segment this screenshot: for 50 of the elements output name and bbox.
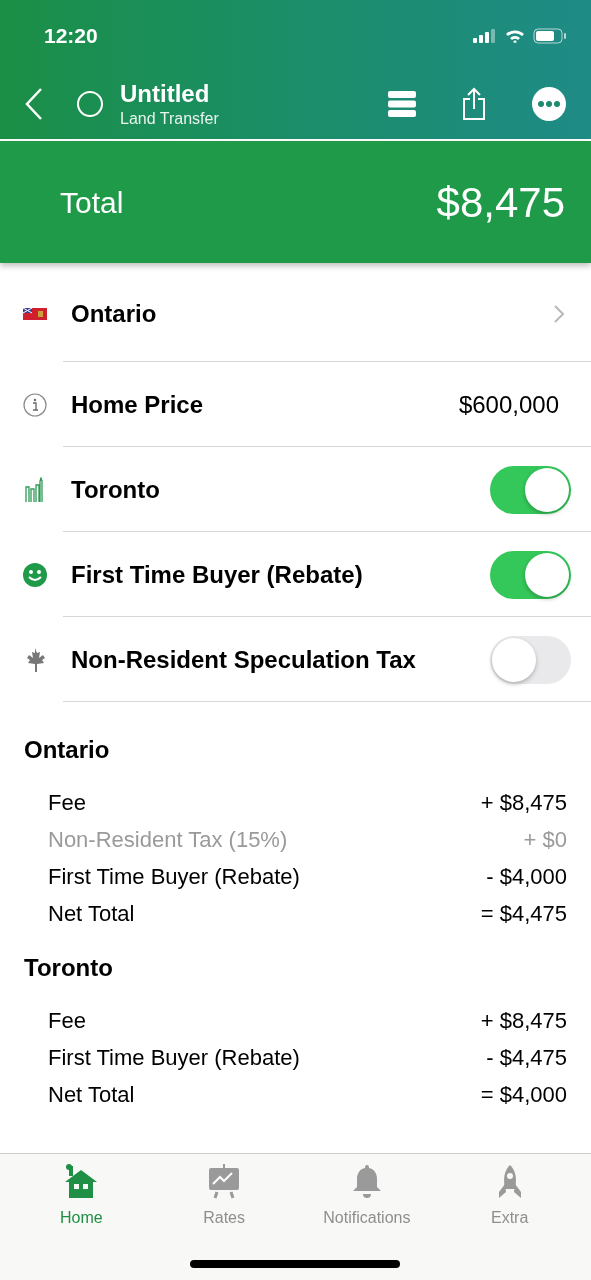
share-icon[interactable] bbox=[461, 87, 487, 121]
setting-label: First Time Buyer (Rebate) bbox=[71, 559, 363, 590]
smiley-icon bbox=[23, 562, 47, 587]
skyline-icon bbox=[25, 476, 45, 503]
document-subtitle: Land Transfer bbox=[120, 109, 219, 129]
total-label: Total bbox=[60, 184, 124, 221]
tab[interactable]: Notifications bbox=[301, 1164, 432, 1230]
setting-label: Home Price bbox=[71, 389, 204, 420]
chart-board-icon bbox=[208, 1164, 241, 1200]
info-icon bbox=[23, 392, 47, 417]
line-amount: - $4,000 bbox=[486, 863, 567, 891]
total-value: $8,475 bbox=[436, 177, 565, 228]
circle-icon[interactable] bbox=[76, 90, 104, 118]
setting-label: Ontario bbox=[71, 298, 157, 329]
back-icon[interactable] bbox=[24, 87, 44, 121]
tab[interactable]: Rates bbox=[159, 1164, 290, 1230]
signal-icon bbox=[473, 29, 497, 43]
line-label: Net Total bbox=[48, 900, 135, 928]
toggle-switch[interactable] bbox=[490, 635, 571, 684]
line-label: Fee bbox=[48, 1007, 86, 1035]
line-amount: + $8,475 bbox=[480, 1007, 567, 1035]
line-label: Fee bbox=[48, 789, 86, 817]
line-label: First Time Buyer (Rebate) bbox=[48, 863, 300, 891]
status-time: 12:20 bbox=[44, 23, 98, 50]
wifi-icon bbox=[505, 29, 525, 43]
section-title: Ontario bbox=[24, 735, 111, 765]
line-label: First Time Buyer (Rebate) bbox=[48, 1044, 300, 1072]
document-title: Untitled bbox=[120, 79, 211, 109]
flag-icon bbox=[23, 307, 47, 320]
toggle-switch[interactable] bbox=[490, 550, 571, 599]
line-amount: + $8,475 bbox=[480, 789, 567, 817]
toggle-switch[interactable] bbox=[490, 465, 571, 514]
line-amount: = $4,475 bbox=[480, 900, 567, 928]
maple-leaf-icon bbox=[24, 647, 46, 672]
battery-icon bbox=[533, 28, 567, 44]
line-label: Net Total bbox=[48, 1081, 135, 1109]
setting-label: Non-Resident Speculation Tax bbox=[71, 644, 416, 675]
line-amount: + $0 bbox=[523, 826, 567, 854]
more-icon[interactable] bbox=[531, 86, 567, 122]
section-title: Toronto bbox=[24, 953, 114, 983]
tab[interactable]: Extra bbox=[444, 1164, 575, 1230]
line-label: Non-Resident Tax (15%) bbox=[48, 826, 288, 854]
rocket-icon bbox=[496, 1164, 523, 1200]
line-amount: - $4,475 bbox=[486, 1044, 567, 1072]
bell-icon bbox=[351, 1164, 382, 1200]
line-amount: = $4,000 bbox=[480, 1081, 567, 1109]
setting-label: Toronto bbox=[71, 474, 160, 505]
tab[interactable]: Home bbox=[16, 1164, 147, 1230]
price-value[interactable]: $600,000 bbox=[458, 386, 559, 423]
list-icon[interactable] bbox=[387, 89, 417, 119]
